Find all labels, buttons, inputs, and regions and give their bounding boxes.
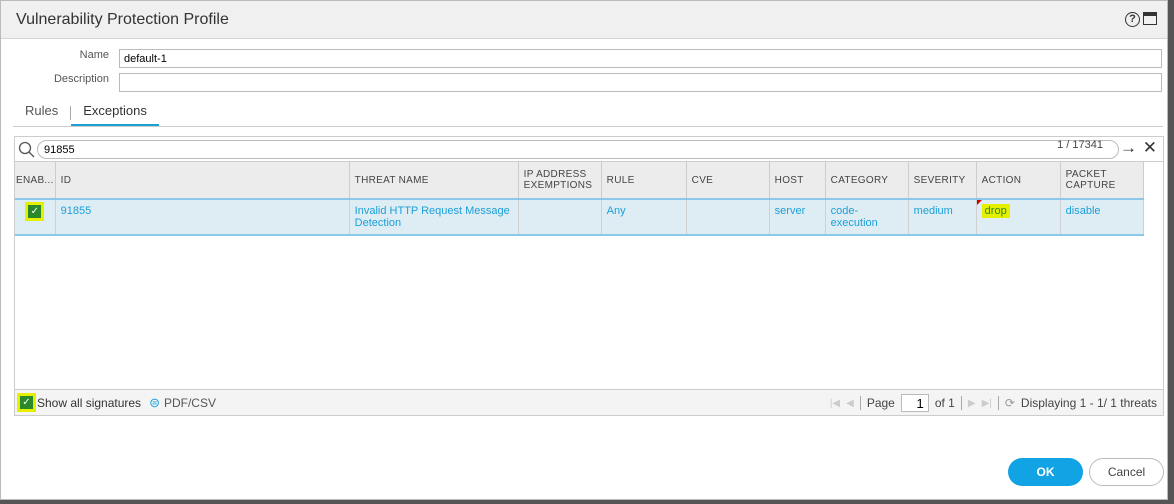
prev-page-icon[interactable]: ◀ <box>846 398 854 409</box>
pdf-icon[interactable]: ⊜ <box>149 395 160 411</box>
col-id[interactable]: ID <box>55 162 350 200</box>
grid-footer: ✓ Show all signatures ⊜ PDF/CSV |◀ ◀ Pag… <box>15 389 1163 415</box>
table-header: ENAB... ID THREAT NAME IP ADDRESS EXEMPT… <box>15 162 1144 200</box>
enabled-checkbox[interactable]: ✓ <box>28 205 42 218</box>
tab-exceptions[interactable]: Exceptions <box>71 99 159 126</box>
tab-bar: Rules Exceptions <box>13 99 1163 127</box>
modified-marker-icon <box>976 200 982 205</box>
col-packet-capture[interactable]: PACKET CAPTURE <box>1060 162 1144 200</box>
cancel-button[interactable]: Cancel <box>1089 458 1164 486</box>
close-icon[interactable]: ✕ <box>1143 138 1157 158</box>
table-row[interactable]: ✓ 91855 Invalid HTTP Request Message Det… <box>15 199 1144 236</box>
dialog-titlebar: Vulnerability Protection Profile <box>1 1 1167 39</box>
col-host[interactable]: HOST <box>769 162 826 200</box>
next-page-icon[interactable]: ▶ <box>968 398 976 409</box>
displaying-status: Displaying 1 - 1/ 1 threats <box>1020 396 1157 410</box>
last-page-icon[interactable]: ▶| <box>982 398 992 409</box>
page-label: Page <box>866 396 895 410</box>
search-icon <box>18 141 35 158</box>
cell-packet-capture[interactable]: disable <box>1060 199 1144 236</box>
page-input[interactable] <box>900 394 929 412</box>
col-enabled[interactable]: ENAB... <box>15 162 56 200</box>
cell-cve[interactable] <box>686 199 770 236</box>
cell-threat-name[interactable]: Invalid HTTP Request Message Detection <box>349 199 519 236</box>
col-ip-exemptions[interactable]: IP ADDRESS EXEMPTIONS <box>518 162 602 200</box>
cell-host[interactable]: server <box>769 199 826 236</box>
arrow-right-icon[interactable]: → <box>1120 138 1137 158</box>
help-icon[interactable]: ? <box>1125 12 1140 27</box>
col-threat-name[interactable]: THREAT NAME <box>349 162 519 200</box>
show-all-signatures-label[interactable]: Show all signatures <box>37 396 141 410</box>
ok-button[interactable]: OK <box>1008 458 1083 486</box>
col-category[interactable]: CATEGORY <box>825 162 909 200</box>
cell-category[interactable]: code-execution <box>825 199 909 236</box>
exceptions-table: ENAB... ID THREAT NAME IP ADDRESS EXEMPT… <box>15 162 1144 236</box>
col-severity[interactable]: SEVERITY <box>908 162 977 200</box>
vulnerability-profile-dialog: Vulnerability Protection Profile ? Name … <box>0 0 1168 500</box>
cell-ip-exemptions[interactable] <box>518 199 602 236</box>
cell-id[interactable]: 91855 <box>55 199 350 236</box>
cell-severity[interactable]: medium <box>908 199 977 236</box>
name-label: Name <box>79 49 109 61</box>
tab-rules[interactable]: Rules <box>13 99 70 126</box>
exceptions-grid: 1 / 17341 → ✕ ENAB... ID THREAT NAME IP … <box>14 136 1164 416</box>
refresh-icon[interactable]: ⟳ <box>1005 396 1015 410</box>
search-bar: 1 / 17341 → ✕ <box>15 137 1163 162</box>
search-match-count: 1 / 17341 <box>1057 139 1103 151</box>
cell-rule[interactable]: Any <box>601 199 687 236</box>
dialog-title: Vulnerability Protection Profile <box>16 10 229 28</box>
show-all-signatures-checkbox[interactable]: ✓ <box>20 396 33 409</box>
page-of-label: of 1 <box>934 396 955 410</box>
name-input[interactable] <box>119 49 1162 68</box>
description-input[interactable] <box>119 73 1162 92</box>
col-action[interactable]: ACTION <box>976 162 1061 200</box>
search-input[interactable] <box>37 140 1119 159</box>
pdf-csv-button[interactable]: PDF/CSV <box>164 396 216 410</box>
description-label: Description <box>53 73 109 85</box>
first-page-icon[interactable]: |◀ <box>830 398 840 409</box>
cell-action[interactable]: drop <box>981 204 1010 218</box>
maximize-icon[interactable] <box>1143 12 1157 25</box>
col-cve[interactable]: CVE <box>686 162 770 200</box>
col-rule[interactable]: RULE <box>601 162 687 200</box>
